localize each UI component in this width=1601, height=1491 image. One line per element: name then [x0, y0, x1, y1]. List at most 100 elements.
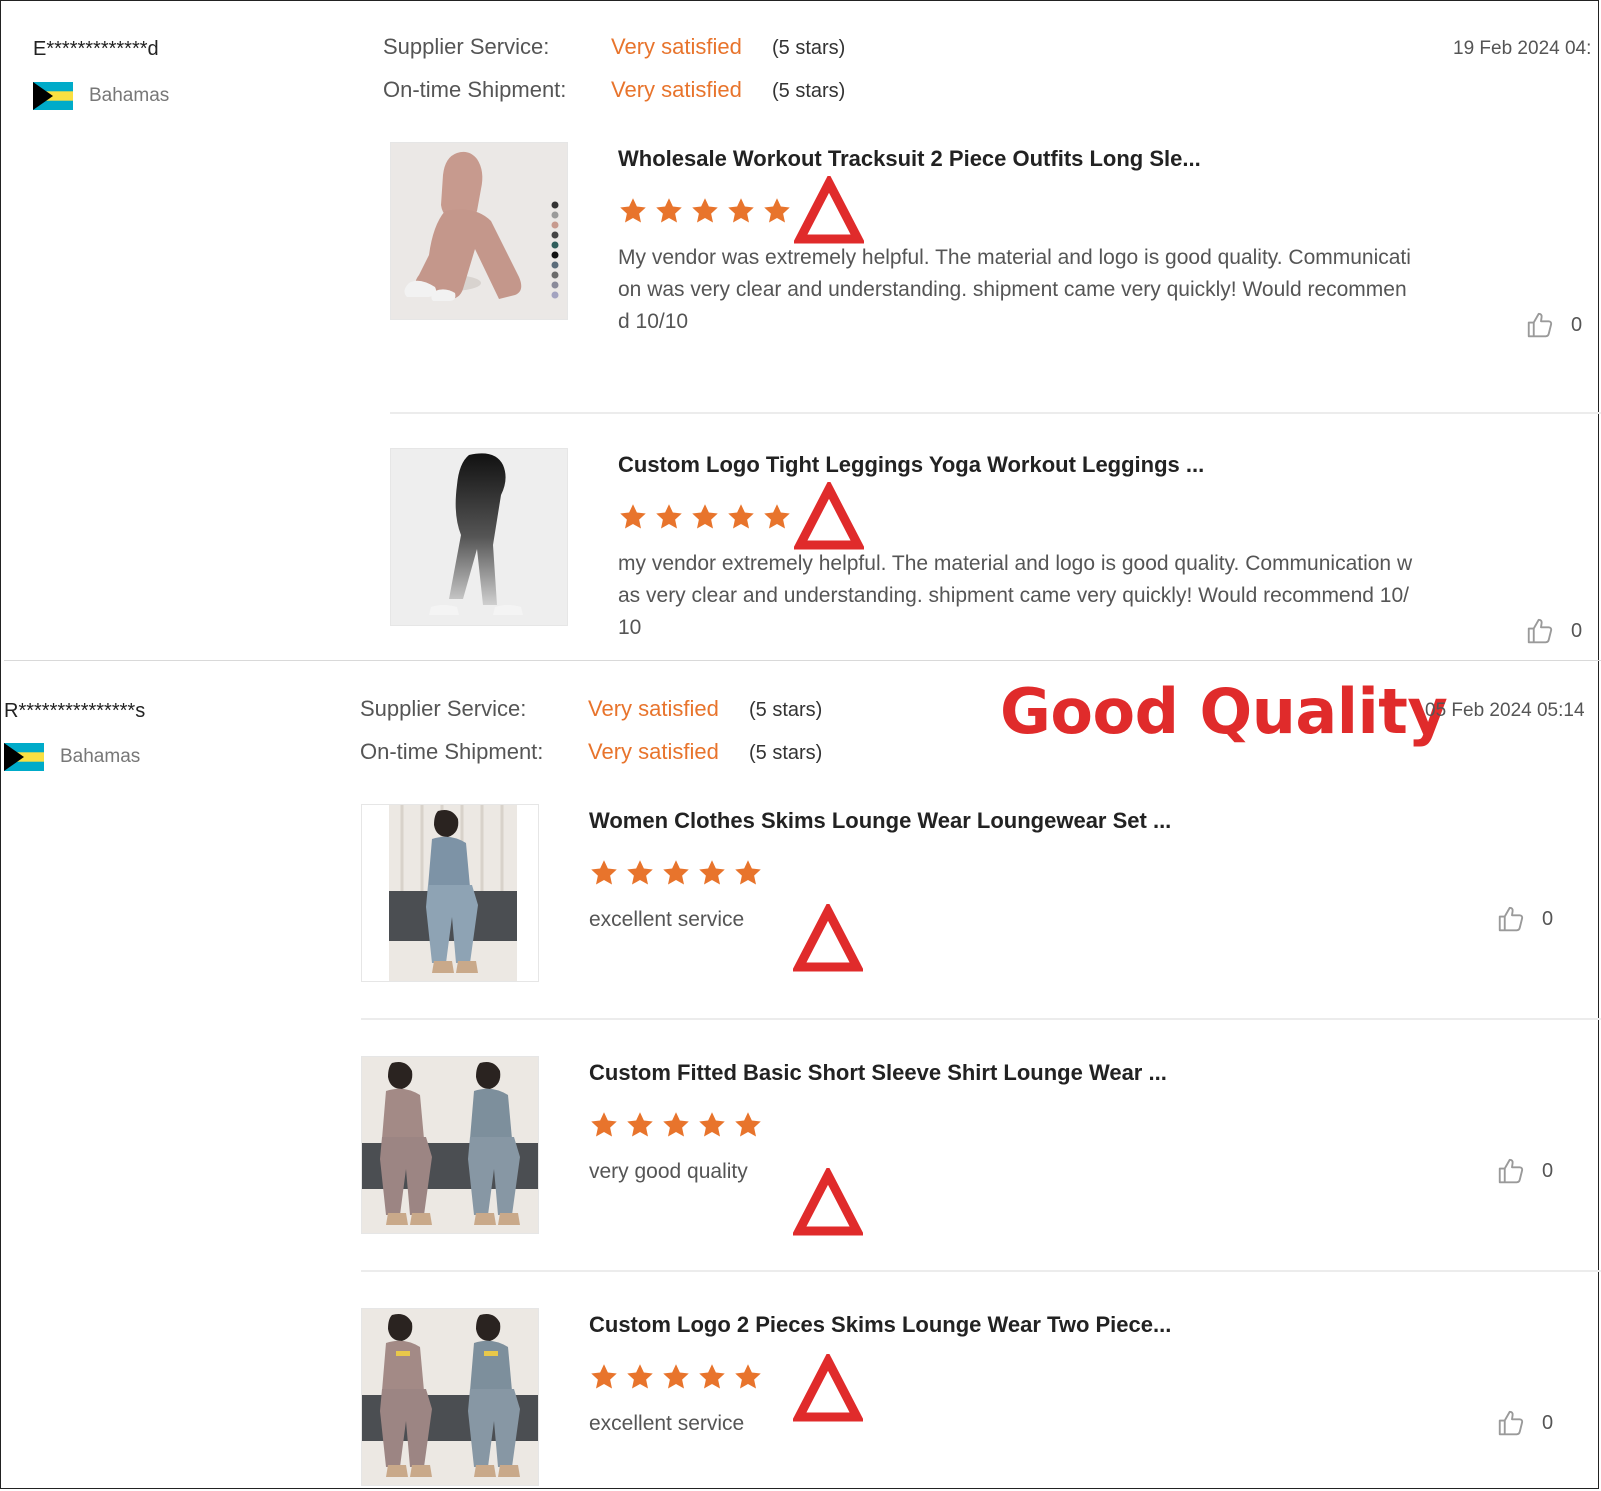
star-icon [733, 1110, 763, 1140]
product-thumbnail[interactable] [361, 1308, 539, 1486]
like-count: 0 [1571, 619, 1583, 642]
item-divider [390, 412, 1601, 414]
warning-triangle-icon [794, 176, 864, 244]
like-button[interactable]: 0 [1525, 310, 1582, 340]
reviewer-country: Bahamas [4, 743, 140, 771]
thumbs-up-icon [1496, 1408, 1526, 1438]
star-icon [726, 502, 756, 532]
product-title[interactable]: Women Clothes Skims Lounge Wear Loungewe… [589, 808, 1171, 834]
warning-triangle-icon [793, 1168, 863, 1236]
star-icon [661, 858, 691, 888]
product-title[interactable]: Custom Logo Tight Leggings Yoga Workout … [618, 452, 1204, 478]
star-icon [733, 858, 763, 888]
product-title[interactable]: Custom Logo 2 Pieces Skims Lounge Wear T… [589, 1312, 1171, 1338]
rating-summary: Supplier Service: Very satisfied (5 star… [383, 34, 845, 120]
star-icon [697, 1362, 727, 1392]
like-count: 0 [1542, 1411, 1554, 1434]
supplier-service-rating: Supplier Service: Very satisfied (5 star… [383, 34, 845, 77]
rating-stars-text: (5 stars) [772, 37, 846, 59]
review-text: excellent service [589, 1412, 745, 1435]
star-icon [697, 858, 727, 888]
reviewer-country: Bahamas [33, 82, 169, 110]
like-count: 0 [1542, 907, 1554, 930]
rating-summary: Supplier Service: Very satisfied (5 star… [360, 696, 822, 782]
product-rating-stars [589, 1110, 763, 1140]
review-date: 19 Feb 2024 04: [1453, 38, 1592, 59]
product-thumbnail[interactable] [390, 448, 568, 626]
ontime-shipment-rating: On-time Shipment: Very satisfied (5 star… [383, 77, 845, 120]
star-icon [697, 1110, 727, 1140]
star-icon [762, 196, 792, 226]
product-rating-stars [618, 502, 792, 532]
rating-stars-text: (5 stars) [772, 80, 846, 102]
star-icon [690, 502, 720, 532]
warning-triangle-icon [793, 904, 863, 972]
review-text: my vendor extremely helpful. The materia… [618, 552, 1413, 639]
country-name: Bahamas [89, 85, 170, 106]
bahamas-flag-icon [4, 743, 44, 771]
rating-label: Supplier Service: [360, 696, 527, 721]
rating-value: Very satisfied [611, 34, 742, 59]
product-title[interactable]: Custom Fitted Basic Short Sleeve Shirt L… [589, 1060, 1167, 1086]
rating-stars-text: (5 stars) [749, 742, 823, 764]
star-icon [733, 1362, 763, 1392]
thumbs-up-icon [1496, 904, 1526, 934]
star-icon [589, 858, 619, 888]
item-divider [361, 1018, 1601, 1020]
review-text: very good quality [589, 1160, 748, 1183]
star-icon [661, 1362, 691, 1392]
rating-label: Supplier Service: [383, 34, 550, 59]
rating-value: Very satisfied [611, 77, 742, 102]
review-item: Women Clothes Skims Lounge Wear Loungewe… [361, 804, 1581, 1004]
bahamas-flag-icon [33, 82, 73, 110]
like-button[interactable]: 0 [1496, 904, 1553, 934]
thumbs-up-icon [1525, 616, 1555, 646]
reviewer-name: R***************s [4, 700, 146, 722]
star-icon [618, 196, 648, 226]
star-icon [589, 1362, 619, 1392]
star-icon [762, 502, 792, 532]
review-item: Wholesale Workout Tracksuit 2 Piece Outf… [390, 142, 1590, 342]
review-text: My vendor was extremely helpful. The mat… [618, 246, 1411, 333]
rating-value: Very satisfied [588, 696, 719, 721]
supplier-service-rating: Supplier Service: Very satisfied (5 star… [360, 696, 822, 739]
rating-label: On-time Shipment: [383, 77, 567, 102]
product-title[interactable]: Wholesale Workout Tracksuit 2 Piece Outf… [618, 146, 1201, 172]
product-rating-stars [589, 1362, 763, 1392]
review-block: R***************s Bahamas Supplier Servi… [0, 660, 1601, 1491]
star-icon [589, 1110, 619, 1140]
product-rating-stars [618, 196, 792, 226]
star-icon [625, 1362, 655, 1392]
item-divider [361, 1270, 1601, 1272]
review-item: Custom Logo 2 Pieces Skims Lounge Wear T… [361, 1308, 1581, 1491]
star-icon [690, 196, 720, 226]
warning-triangle-icon [794, 482, 864, 550]
review-item: Custom Logo Tight Leggings Yoga Workout … [390, 448, 1590, 648]
review-text: excellent service [589, 908, 745, 931]
star-icon [726, 196, 756, 226]
star-icon [625, 858, 655, 888]
like-button[interactable]: 0 [1496, 1408, 1553, 1438]
product-thumbnail[interactable] [361, 804, 539, 982]
like-button[interactable]: 0 [1496, 1156, 1553, 1186]
rating-stars-text: (5 stars) [749, 699, 823, 721]
like-count: 0 [1542, 1159, 1554, 1182]
star-icon [654, 502, 684, 532]
star-icon [654, 196, 684, 226]
review-item: Custom Fitted Basic Short Sleeve Shirt L… [361, 1056, 1581, 1256]
reviewer-name: E*************d [33, 38, 159, 60]
product-thumbnail[interactable] [361, 1056, 539, 1234]
rating-value: Very satisfied [588, 739, 719, 764]
star-icon [618, 502, 648, 532]
like-count: 0 [1571, 313, 1583, 336]
product-rating-stars [589, 858, 763, 888]
star-icon [625, 1110, 655, 1140]
thumbs-up-icon [1525, 310, 1555, 340]
review-block: E*************d Bahamas Supplier Service… [0, 0, 1601, 660]
country-name: Bahamas [60, 746, 141, 767]
ontime-shipment-rating: On-time Shipment: Very satisfied (5 star… [360, 739, 822, 782]
thumbs-up-icon [1496, 1156, 1526, 1186]
like-button[interactable]: 0 [1525, 616, 1582, 646]
rating-label: On-time Shipment: [360, 739, 544, 764]
product-thumbnail[interactable] [390, 142, 568, 320]
